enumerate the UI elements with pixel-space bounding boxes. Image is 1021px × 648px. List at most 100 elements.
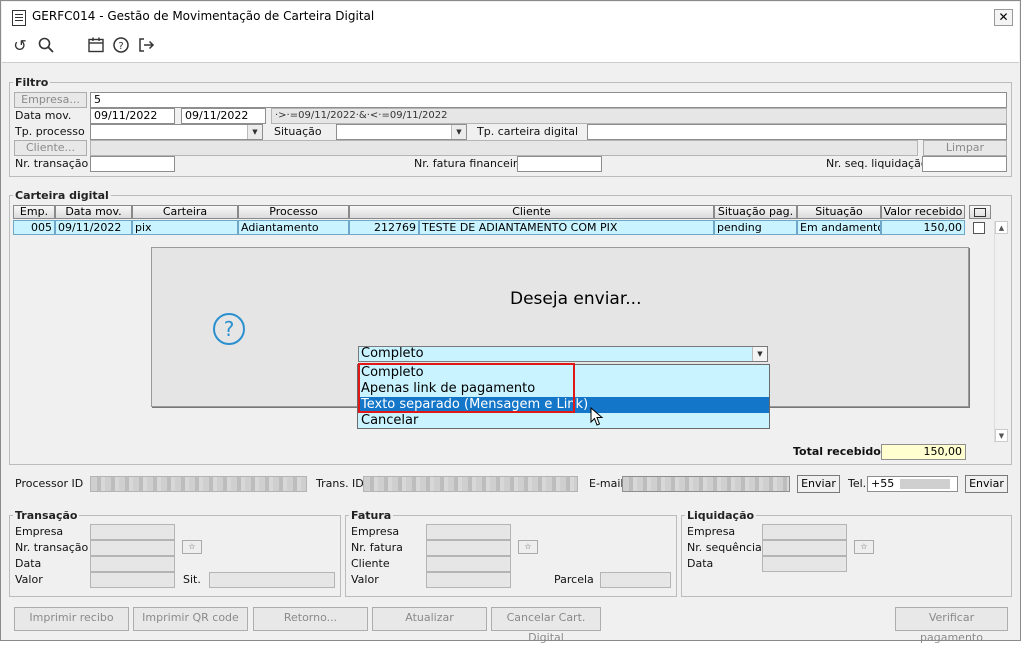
situacao-select[interactable]: ▼ (336, 124, 467, 140)
transacao-nr-label: Nr. transação (15, 541, 89, 554)
svg-text:?: ? (118, 41, 123, 52)
tp-processo-label: Tp. processo (15, 125, 85, 138)
cell-data-mov: 09/11/2022 (55, 220, 132, 235)
transacao-data-label: Data (15, 557, 42, 570)
send-option-select[interactable]: Completo ▼ (358, 346, 768, 362)
nr-transacao-label: Nr. transação (15, 157, 89, 170)
cell-valor: 150,00 (881, 220, 965, 235)
chevron-down-icon[interactable]: ▼ (752, 347, 767, 361)
col-valor-recebido[interactable]: Valor recebido (881, 205, 965, 219)
filtro-title: Filtro (13, 76, 51, 89)
liquidacao-lookup-button[interactable]: ☆ (854, 540, 874, 554)
carteira-title: Carteira digital (13, 189, 111, 202)
close-button[interactable]: ✕ (994, 9, 1013, 26)
col-emp[interactable]: Emp. (13, 205, 55, 219)
trans-id-label: Trans. ID (316, 477, 364, 490)
liquidacao-empresa-label: Empresa (687, 525, 736, 538)
col-data-mov[interactable]: Data mov. (55, 205, 132, 219)
select-all-checkbox[interactable] (969, 205, 991, 219)
option-cancelar[interactable]: Cancelar (358, 413, 769, 429)
liquidacao-nr-seq-field (762, 540, 847, 556)
liquidacao-title: Liquidação (685, 509, 757, 522)
grid-scrollbar[interactable]: ▲ ▼ (994, 221, 1009, 443)
cancelar-carteira-button[interactable]: Cancelar Cart. Digital (491, 607, 601, 644)
atualizar-button[interactable]: Atualizar (372, 607, 487, 631)
question-icon: ? (213, 313, 245, 345)
nr-seq-liquidacao-label: Nr. seq. liquidação (826, 157, 928, 170)
nr-transacao-field[interactable] (90, 156, 175, 172)
fatura-lookup-button[interactable]: ☆ (518, 540, 538, 554)
empresa-field[interactable]: 5 (90, 92, 1007, 108)
fatura-cliente-field (426, 556, 511, 572)
imprimir-recibo-button[interactable]: Imprimir recibo (14, 607, 129, 631)
refresh-icon[interactable]: ↺ (10, 36, 30, 56)
highlight-annotation-box (358, 363, 575, 413)
tel-prefix: +55 (871, 477, 895, 490)
situacao-label: Situação (274, 125, 322, 138)
table-row[interactable]: 005 09/11/2022 pix Adiantamento 212769 T… (13, 220, 993, 235)
trans-id-field (363, 476, 578, 492)
transacao-data-field (90, 556, 175, 572)
fatura-parcela-label: Parcela (554, 573, 594, 586)
toolbar: ↺ ? (2, 30, 1019, 62)
liquidacao-nr-seq-label: Nr. sequência (687, 541, 762, 554)
fatura-empresa-field (426, 524, 511, 540)
col-situacao[interactable]: Situação (797, 205, 881, 219)
nr-seq-liquidacao-field[interactable] (922, 156, 1007, 172)
mouse-cursor-icon (590, 407, 604, 426)
transacao-title: Transação (13, 509, 80, 522)
verificar-pagamento-button[interactable]: Verificar pagamento (895, 607, 1008, 644)
fatura-title: Fatura (349, 509, 394, 522)
processor-id-field (90, 476, 307, 492)
data-mov-expression: ·>·=09/11/2022·&·<·=09/11/2022 (271, 108, 1007, 124)
fatura-cliente-label: Cliente (351, 557, 390, 570)
total-recebido-value: 150,00 (881, 444, 966, 460)
limpar-button[interactable]: Limpar (923, 140, 1007, 156)
tp-processo-select[interactable]: ▼ (90, 124, 263, 140)
grid-header: Emp. Data mov. Carteira Processo Cliente… (13, 205, 993, 219)
col-carteira[interactable]: Carteira (132, 205, 238, 219)
liquidacao-data-field (762, 556, 847, 572)
scroll-down-icon[interactable]: ▼ (995, 429, 1008, 442)
fatura-parcela-field (600, 572, 671, 588)
main-window: GERFC014 - Gestão de Movimentação de Car… (0, 0, 1021, 644)
help-icon[interactable]: ? (111, 36, 131, 56)
search-icon[interactable] (36, 36, 56, 56)
calendar-icon[interactable] (86, 36, 106, 56)
data-mov-from-field[interactable]: 09/11/2022 (90, 108, 175, 124)
email-field[interactable] (622, 476, 790, 492)
retorno-button[interactable]: Retorno... (253, 607, 368, 631)
exit-icon[interactable] (136, 36, 156, 56)
cell-carteira: pix (132, 220, 238, 235)
col-situacao-pag[interactable]: Situação pag. (714, 205, 797, 219)
dialog-message: Deseja enviar... (510, 289, 642, 309)
tp-carteira-label: Tp. carteira digital (477, 125, 579, 138)
transacao-valor-label: Valor (15, 573, 43, 586)
fatura-nr-label: Nr. fatura (351, 541, 403, 554)
transacao-sit-field (209, 572, 335, 588)
empresa-button[interactable]: Empresa... (14, 92, 87, 108)
scroll-up-icon[interactable]: ▲ (995, 221, 1008, 234)
transacao-lookup-button[interactable]: ☆ (182, 540, 202, 554)
tel-field[interactable]: +55 (867, 476, 958, 492)
cliente-button[interactable]: Cliente... (14, 140, 87, 156)
enviar-email-button[interactable]: Enviar (797, 475, 840, 493)
enviar-tel-button[interactable]: Enviar (965, 475, 1008, 493)
transacao-nr-field (90, 540, 175, 556)
tp-carteira-field[interactable] (587, 124, 1007, 140)
imprimir-qr-button[interactable]: Imprimir QR code (133, 607, 248, 631)
nr-fatura-field[interactable] (517, 156, 602, 172)
transacao-sit-label: Sit. (183, 573, 201, 586)
col-processo[interactable]: Processo (238, 205, 349, 219)
transacao-valor-field (90, 572, 175, 588)
col-cliente[interactable]: Cliente (349, 205, 714, 219)
fatura-empresa-label: Empresa (351, 525, 400, 538)
row-checkbox[interactable] (973, 222, 985, 234)
cell-situacao: Em andamento (797, 220, 881, 235)
cell-cliente-name: TESTE DE ADIANTAMENTO COM PIX (419, 220, 714, 235)
transacao-empresa-field (90, 524, 175, 540)
tel-label: Tel. (848, 477, 867, 490)
data-mov-label: Data mov. (15, 109, 72, 122)
fatura-valor-field (426, 572, 511, 588)
data-mov-to-field[interactable]: 09/11/2022 (181, 108, 266, 124)
